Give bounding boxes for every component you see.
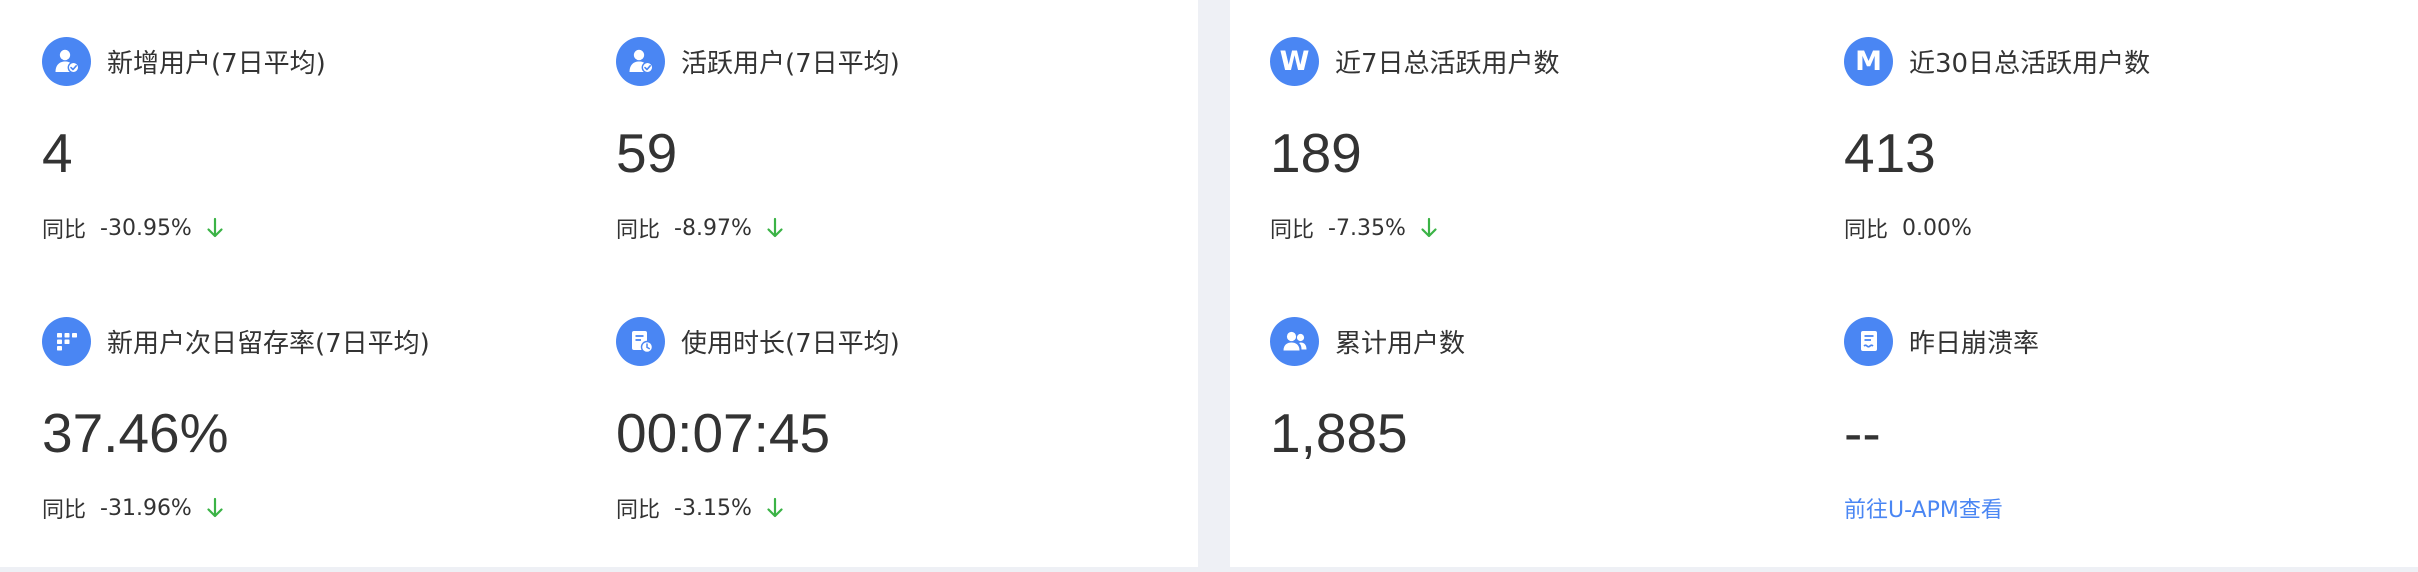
week-w-icon: W [1270, 36, 1319, 86]
metric-header: 使用时长(7日平均) [616, 316, 900, 366]
metric-header: 累计用户数 [1270, 316, 1465, 366]
metric-value: -- [1844, 402, 1881, 464]
month-m-icon: M [1844, 36, 1893, 86]
metric-compare: 同比 -7.35% [1270, 212, 1438, 244]
crash-report-icon [1844, 316, 1893, 366]
arrow-down-icon [766, 217, 784, 239]
metric-title: 使用时长(7日平均) [681, 328, 900, 359]
arrow-down-icon [206, 497, 224, 519]
compare-label: 同比 [616, 498, 661, 523]
metric-active-users: 活跃用户(7日平均) 59 同比 -8.97% [616, 0, 1176, 260]
metric-title: 活跃用户(7日平均) [681, 48, 900, 79]
overview-panel-right: W 近7日总活跃用户数 189 同比 -7.35% M 近30日总活跃用户数 4… [1230, 0, 2418, 567]
metric-header: M 近30日总活跃用户数 [1844, 36, 2150, 86]
metric-title: 近7日总活跃用户数 [1335, 48, 1560, 79]
arrow-down-icon [1420, 217, 1438, 239]
metric-value: 189 [1270, 122, 1362, 184]
metric-title: 新增用户(7日平均) [107, 48, 326, 79]
metric-title: 近30日总活跃用户数 [1909, 48, 2151, 79]
compare-value: -8.97% [674, 215, 752, 241]
compare-label: 同比 [42, 218, 87, 243]
metric-header: 新增用户(7日平均) [42, 36, 326, 86]
metric-usage-duration: 使用时长(7日平均) 00:07:45 同比 -3.15% [616, 280, 1176, 540]
metric-next-day-retention: 新用户次日留存率(7日平均) 37.46% 同比 -31.96% [42, 280, 602, 540]
metric-title: 累计用户数 [1335, 328, 1466, 359]
metric-value: 1,885 [1270, 402, 1408, 464]
metric-value: 413 [1844, 122, 1936, 184]
goto-uapm-link[interactable]: 前往U-APM查看 [1844, 492, 2003, 524]
metric-value: 00:07:45 [616, 402, 831, 464]
arrow-down-icon [206, 217, 224, 239]
user-add-icon [42, 36, 91, 86]
metric-compare: 同比 -30.95% [42, 212, 224, 244]
metric-compare: 同比 -8.97% [616, 212, 784, 244]
compare-label: 同比 [1270, 218, 1315, 243]
overview-panel-left: 新增用户(7日平均) 4 同比 -30.95% 活跃用户(7日平均) 59 同比… [0, 0, 1198, 567]
compare-value: -3.15% [674, 495, 752, 521]
metric-30day-active-total: M 近30日总活跃用户数 413 同比 0.00% [1844, 0, 2404, 260]
metric-new-users: 新增用户(7日平均) 4 同比 -30.95% [42, 0, 602, 260]
compare-value: -7.35% [1328, 215, 1406, 241]
duration-clock-icon [616, 316, 665, 366]
compare-value: -31.96% [100, 495, 192, 521]
retention-grid-icon [42, 316, 91, 366]
metric-value: 59 [616, 122, 678, 184]
metric-compare: 同比 0.00% [1844, 212, 1972, 244]
user-active-icon [616, 36, 665, 86]
compare-label: 同比 [42, 498, 87, 523]
metric-yesterday-crash-rate: 昨日崩溃率 -- 前往U-APM查看 [1844, 280, 2404, 540]
arrow-down-icon [766, 497, 784, 519]
compare-label: 同比 [1844, 218, 1889, 243]
compare-value: 0.00% [1902, 215, 1972, 241]
users-group-icon [1270, 316, 1319, 366]
metric-header: 昨日崩溃率 [1844, 316, 2039, 366]
metric-header: 新用户次日留存率(7日平均) [42, 316, 430, 366]
metric-header: 活跃用户(7日平均) [616, 36, 900, 86]
compare-value: -30.95% [100, 215, 192, 241]
metric-cumulative-users: 累计用户数 1,885 [1270, 280, 1830, 540]
metric-compare: 同比 -31.96% [42, 492, 224, 524]
metric-header: W 近7日总活跃用户数 [1270, 36, 1560, 86]
metric-7day-active-total: W 近7日总活跃用户数 189 同比 -7.35% [1270, 0, 1830, 260]
metric-title: 昨日崩溃率 [1909, 328, 2040, 359]
metric-value: 37.46% [42, 402, 229, 464]
compare-label: 同比 [616, 218, 661, 243]
metric-title: 新用户次日留存率(7日平均) [107, 328, 430, 359]
metric-value: 4 [42, 122, 73, 184]
metric-compare: 同比 -3.15% [616, 492, 784, 524]
